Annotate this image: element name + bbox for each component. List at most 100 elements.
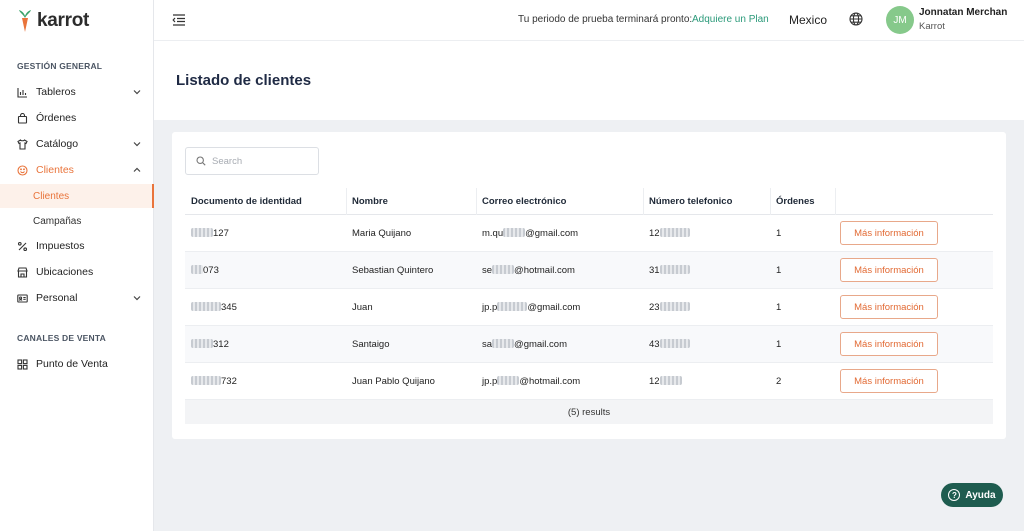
sidebar-item-punto-venta[interactable]: Punto de Venta: [0, 352, 154, 376]
cell-orders: 1: [776, 265, 782, 276]
cell-document: 345: [191, 302, 237, 313]
more-info-button[interactable]: Más información: [840, 221, 938, 245]
section-general-label: GESTIÓN GENERAL: [17, 61, 103, 71]
redacted-mask: [492, 265, 515, 274]
column-header-phone[interactable]: Número telefonico: [649, 196, 732, 207]
help-label: Ayuda: [965, 489, 996, 501]
cell-email: sa @gmail.com: [482, 339, 567, 350]
column-divider: [476, 188, 477, 215]
bar-chart-icon: [17, 87, 28, 98]
percent-icon: [17, 241, 28, 252]
shirt-icon: [17, 138, 28, 150]
smile-icon: [17, 164, 28, 176]
cell-document: 732: [191, 376, 237, 387]
redacted-mask: [497, 302, 528, 311]
column-divider: [835, 188, 836, 215]
sidebar-item-label: Ubicaciones: [36, 266, 94, 278]
help-button[interactable]: ? Ayuda: [941, 483, 1003, 507]
sidebar-item-clientes[interactable]: Clientes: [0, 158, 154, 182]
search-input[interactable]: [212, 155, 312, 167]
sidebar-item-label: Punto de Venta: [36, 358, 108, 370]
column-header-document[interactable]: Documento de identidad: [191, 196, 302, 207]
sidebar-item-catalogo[interactable]: Catálogo: [0, 132, 154, 156]
sidebar-item-impuestos[interactable]: Impuestos: [0, 234, 154, 258]
more-info-button[interactable]: Más información: [840, 332, 938, 356]
country-selector[interactable]: Mexico: [789, 13, 827, 27]
sidebar-subitem-campanas[interactable]: Campañas: [0, 209, 154, 233]
table-row: 073 Sebastian Quintero se @hotmail.com 31…: [185, 252, 993, 289]
redacted-mask: [659, 376, 682, 385]
search-box[interactable]: [185, 147, 319, 175]
cell-phone: 12: [649, 228, 690, 239]
sidebar-item-ordenes[interactable]: Órdenes: [0, 106, 154, 130]
redacted-mask: [191, 228, 213, 237]
question-circle-icon: ?: [948, 489, 961, 501]
sidebar: karrot GESTIÓN GENERAL Tableros Órdenes …: [0, 0, 154, 531]
results-count: (5) results: [185, 400, 993, 424]
sidebar-item-tableros[interactable]: Tableros: [0, 80, 154, 104]
cell-name: Maria Quijano: [352, 228, 412, 239]
store-icon: [17, 266, 28, 278]
column-divider: [643, 188, 644, 215]
column-header-name[interactable]: Nombre: [352, 196, 388, 207]
sidebar-subitem-clientes[interactable]: Clientes: [0, 184, 154, 208]
cell-name: Juan: [352, 302, 373, 313]
page-header: Listado de clientes: [154, 41, 1024, 120]
more-info-button[interactable]: Más información: [840, 258, 938, 282]
sidebar-item-label: Catálogo: [36, 138, 79, 150]
globe-icon[interactable]: [849, 12, 863, 26]
brand-logo[interactable]: karrot: [18, 8, 89, 34]
sidebar-item-label: Personal: [36, 292, 78, 304]
chevron-down-icon: [133, 90, 141, 95]
cell-email: m.qu @gmail.com: [482, 228, 579, 239]
sidebar-item-label: Órdenes: [36, 112, 77, 124]
buy-plan-link[interactable]: Adquiere un Plan: [692, 14, 769, 25]
redacted-mask: [659, 265, 690, 274]
redacted-mask: [659, 339, 690, 348]
page-title: Listado de clientes: [176, 72, 312, 89]
menu-collapse-icon[interactable]: [172, 13, 186, 27]
cell-phone: 23: [649, 302, 690, 313]
carrot-logo-icon: [19, 10, 31, 32]
cell-name: Juan Pablo Quijano: [352, 376, 435, 387]
top-header: Tu periodo de prueba terminará pronto: A…: [154, 0, 1024, 41]
user-name[interactable]: Jonnatan Merchan: [919, 7, 1007, 18]
redacted-mask: [497, 376, 520, 385]
sidebar-item-personal[interactable]: Personal: [0, 286, 154, 310]
redacted-mask: [191, 265, 203, 274]
shopping-bag-icon: [17, 112, 28, 124]
chevron-up-icon: [133, 167, 141, 172]
column-header-orders[interactable]: Órdenes: [776, 196, 815, 207]
cell-name: Sebastian Quintero: [352, 265, 434, 276]
cell-orders: 1: [776, 302, 782, 313]
redacted-mask: [492, 339, 515, 348]
redacted-mask: [659, 302, 690, 311]
section-sales-label: CANALES DE VENTA: [17, 333, 106, 343]
column-divider: [346, 188, 347, 215]
redacted-mask: [191, 339, 213, 348]
grid-icon: [17, 358, 28, 370]
cell-email: jp.p @gmail.com: [482, 302, 581, 313]
redacted-mask: [503, 228, 526, 237]
cell-orders: 1: [776, 339, 782, 350]
chevron-down-icon: [133, 296, 141, 301]
cell-document: 312: [191, 339, 229, 350]
redacted-mask: [659, 228, 690, 237]
id-card-icon: [17, 293, 28, 304]
cell-email: se @hotmail.com: [482, 265, 575, 276]
chevron-down-icon: [133, 142, 141, 147]
redacted-mask: [191, 376, 221, 385]
cell-orders: 1: [776, 228, 782, 239]
cell-email: jp.p @hotmail.com: [482, 376, 581, 387]
user-avatar[interactable]: JM: [886, 6, 914, 34]
cell-phone: 12: [649, 376, 682, 387]
cell-name: Santaigo: [352, 339, 390, 350]
table-header: Documento de identidad Nombre Correo ele…: [185, 188, 993, 215]
column-header-email[interactable]: Correo electrónico: [482, 196, 566, 207]
sidebar-item-label: Impuestos: [36, 240, 85, 252]
sidebar-item-label: Tableros: [36, 86, 76, 98]
search-icon: [196, 156, 206, 166]
more-info-button[interactable]: Más información: [840, 295, 938, 319]
more-info-button[interactable]: Más información: [840, 369, 938, 393]
sidebar-item-ubicaciones[interactable]: Ubicaciones: [0, 260, 154, 284]
